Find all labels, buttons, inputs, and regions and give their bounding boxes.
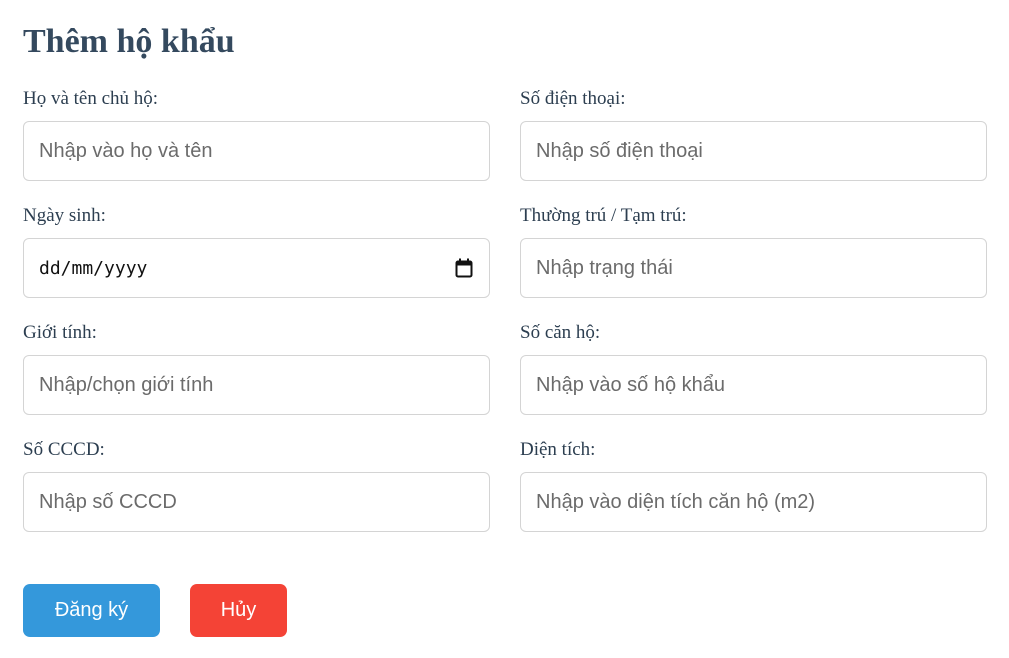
birth-date-input[interactable]: dd/mm/yyyy <box>23 238 490 298</box>
field-residence-status: Thường trú / Tạm trú: <box>520 204 987 298</box>
phone-box <box>520 121 987 181</box>
owner-name-box <box>23 121 490 181</box>
residence-status-label: Thường trú / Tạm trú: <box>520 205 687 226</box>
field-id-number: Số CCCD: <box>23 438 490 532</box>
id-number-input[interactable] <box>39 473 474 531</box>
residence-status-box <box>520 238 987 298</box>
area-label: Diện tích: <box>520 439 596 460</box>
register-button[interactable]: Đăng ký <box>23 584 160 637</box>
area-input[interactable] <box>536 473 971 531</box>
calendar-icon[interactable] <box>454 258 474 278</box>
birth-date-label: Ngày sinh: <box>23 205 106 226</box>
gender-label: Giới tính: <box>23 322 97 343</box>
field-birth-date: Ngày sinh: dd/mm/yyyy <box>23 204 490 298</box>
apartment-number-input[interactable] <box>536 356 971 414</box>
id-number-box <box>23 472 490 532</box>
field-area: Diện tích: <box>520 438 987 532</box>
field-phone: Số điện thoại: <box>520 87 987 181</box>
birth-date-placeholder[interactable]: dd/mm/yyyy <box>39 258 454 279</box>
residence-status-input[interactable] <box>536 239 971 297</box>
phone-label: Số điện thoại: <box>520 88 626 109</box>
phone-input[interactable] <box>536 122 971 180</box>
owner-name-label: Họ và tên chủ hộ: <box>23 88 159 109</box>
id-number-label: Số CCCD: <box>23 439 105 460</box>
page-title: Thêm hộ khẩu <box>23 23 235 60</box>
area-box <box>520 472 987 532</box>
gender-box <box>23 355 490 415</box>
cancel-button[interactable]: Hủy <box>190 584 287 637</box>
gender-input[interactable] <box>39 356 474 414</box>
field-apartment-number: Số căn hộ: <box>520 321 987 415</box>
apartment-number-label: Số căn hộ: <box>520 322 601 343</box>
field-gender: Giới tính: <box>23 321 490 415</box>
owner-name-input[interactable] <box>39 122 474 180</box>
apartment-number-box <box>520 355 987 415</box>
field-owner-name: Họ và tên chủ hộ: <box>23 87 490 181</box>
